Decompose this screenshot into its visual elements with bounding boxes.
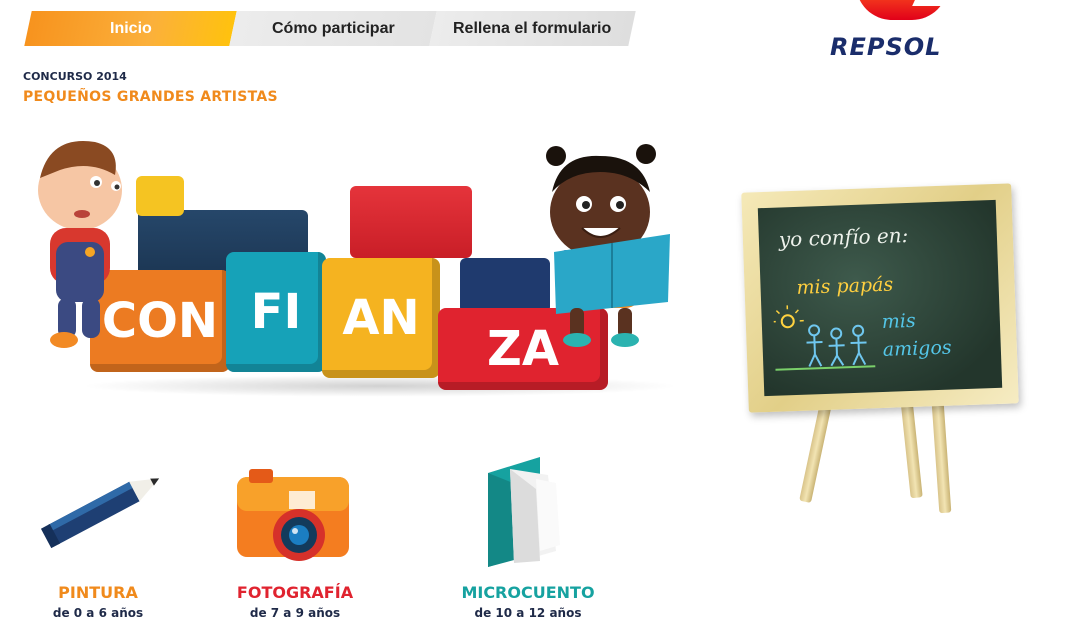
logo-text: REPSOL <box>830 33 942 61</box>
tab-rellena-formulario[interactable]: Rellena el formulario <box>429 11 636 46</box>
category-fotografia-ages: de 7 a 9 años <box>249 606 341 620</box>
category-fotografia-title: FOTOGRAFÍA <box>236 583 354 602</box>
word-block-an: AN <box>322 258 440 378</box>
tab-como-participar[interactable]: Cómo participar <box>229 11 437 46</box>
category-pintura[interactable]: PINTURA de 0 a 6 años <box>18 455 178 620</box>
easel-leg-right <box>930 387 952 514</box>
chalk-line-3b: amigos <box>882 336 952 361</box>
tab-rellena-formulario-label: Rellena el formulario <box>453 20 612 37</box>
logo-swoosh-highlight <box>912 0 948 6</box>
chalk-line-2: mis papás <box>796 273 894 299</box>
category-fotografia[interactable]: FOTOGRAFÍA de 7 a 9 años <box>215 455 375 620</box>
contest-year: CONCURSO 2014 <box>23 70 127 83</box>
category-pintura-ages: de 0 a 6 años <box>52 606 144 620</box>
girl-character-icon <box>546 144 670 347</box>
pencil-icon <box>18 455 178 575</box>
boy-character-icon <box>38 141 122 348</box>
tab-como-participar-label: Cómo participar <box>271 20 395 37</box>
repsol-logo[interactable]: REPSOL <box>826 0 966 62</box>
chalkboard: yo confío en: mis papás mis amigos <box>741 183 1025 518</box>
tab-inicio[interactable]: Inicio <box>24 11 237 46</box>
hero-illustration: CON FI AN ZA <box>20 130 700 410</box>
chalk-drawing-family-icon <box>773 305 876 371</box>
block-red-top <box>350 186 472 258</box>
tab-inicio-label: Inicio <box>109 20 152 37</box>
contest-name: PEQUEÑOS GRANDES ARTISTAS <box>23 89 278 105</box>
category-pintura-title: PINTURA <box>58 583 138 602</box>
main-nav: Inicio Cómo participar Rellena el formul… <box>22 11 636 46</box>
chalk-line-1: yo confío en: <box>778 222 909 252</box>
category-microcuento[interactable]: MICROCUENTO de 10 a 12 años <box>448 455 608 620</box>
chalk-line-3: mis amigos <box>881 306 952 364</box>
word-block-fi: FI <box>226 252 326 372</box>
category-microcuento-ages: de 10 a 12 años <box>474 606 582 620</box>
camera-icon <box>215 455 375 575</box>
chalkboard-surface: yo confío en: mis papás mis amigos <box>757 199 1003 397</box>
chalkboard-frame: yo confío en: mis papás mis amigos <box>741 183 1019 413</box>
chalk-line-3a: mis <box>881 309 917 333</box>
book-icon <box>448 455 608 575</box>
category-microcuento-title: MICROCUENTO <box>461 583 595 602</box>
